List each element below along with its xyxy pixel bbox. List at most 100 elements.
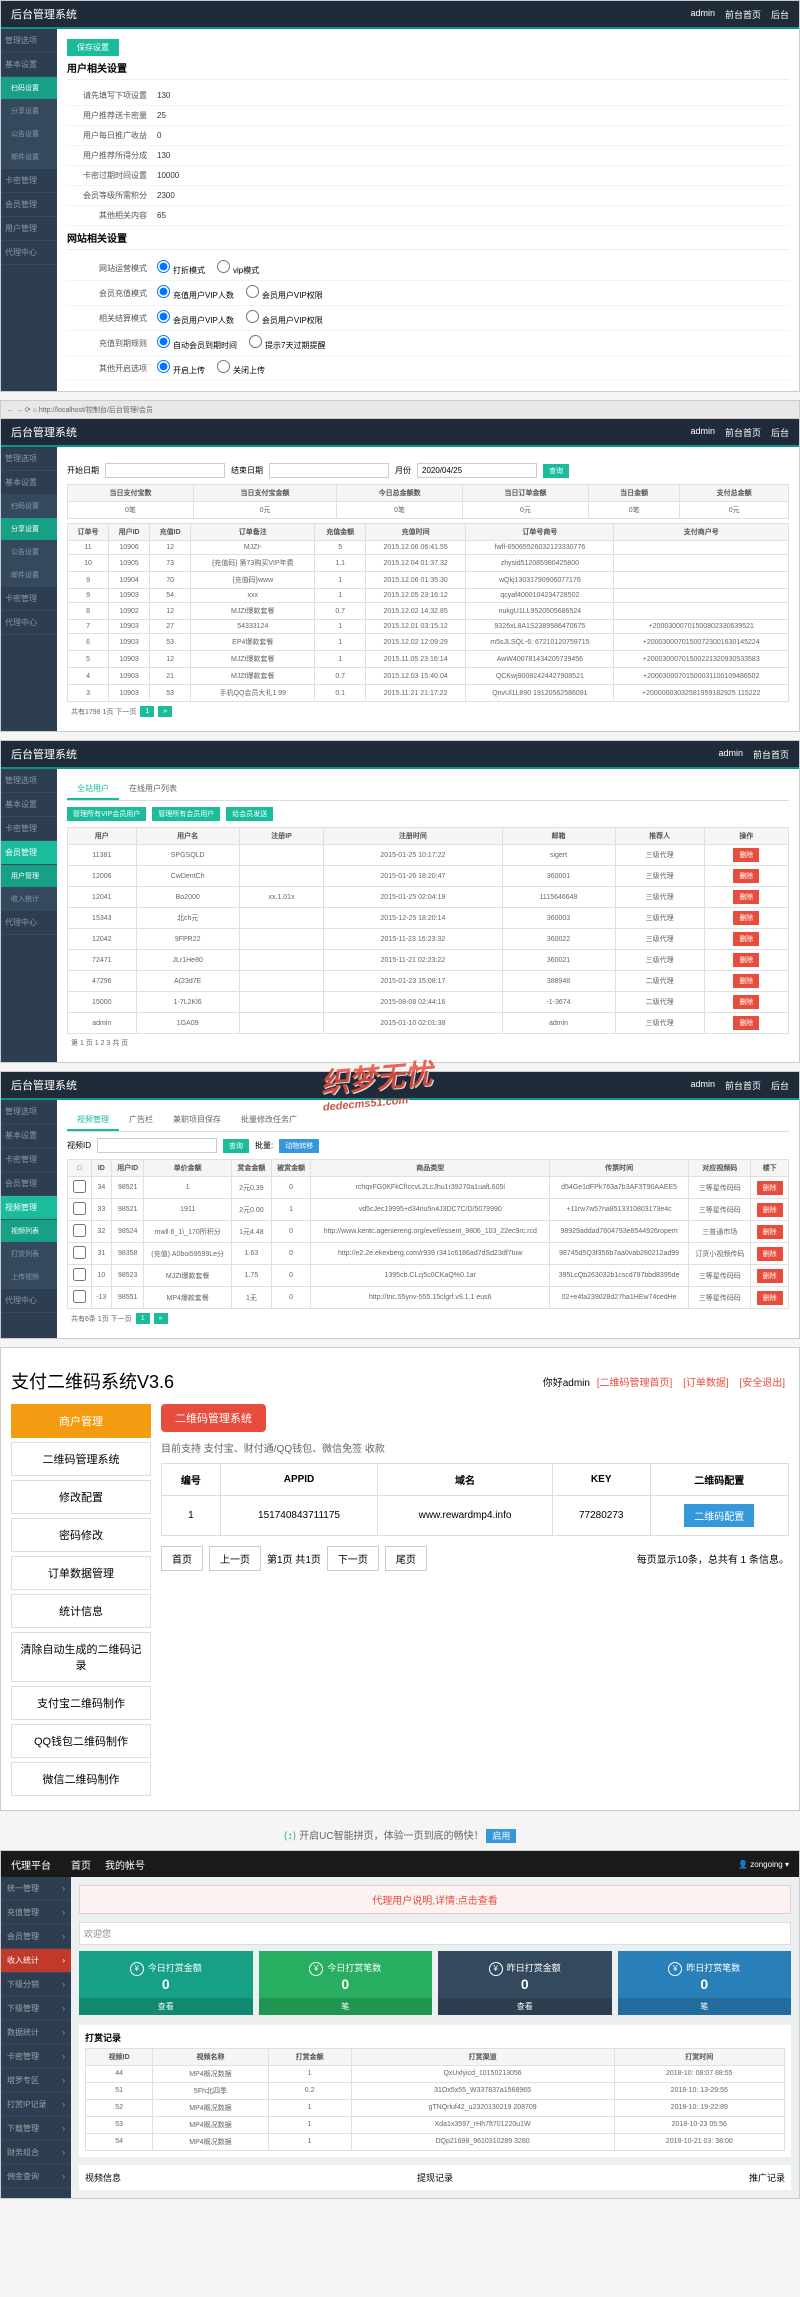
agent-side-6[interactable]: 数据统计 ›: [1, 2021, 71, 2045]
alert[interactable]: 代理用户说明,详情:点击查看: [79, 1885, 791, 1914]
end-input[interactable]: [269, 463, 389, 478]
radio-option[interactable]: 关闭上传: [217, 360, 265, 376]
agent-side-10[interactable]: 下载管理 ›: [1, 2117, 71, 2141]
qr-menu-9[interactable]: 微信二维码制作: [11, 1762, 151, 1796]
delete-button[interactable]: 删除: [733, 869, 759, 883]
radio-option[interactable]: 提示7天过期提醒: [249, 335, 325, 351]
screenshot-users: 后台管理系统 admin前台首页 管理选项 基本设置 卡密管理 会员管理 用户管…: [0, 740, 800, 1063]
agent-side-4[interactable]: 下级分销 ›: [1, 1973, 71, 1997]
side-basic[interactable]: 基本设置: [1, 53, 57, 77]
side-agent[interactable]: 代理中心: [1, 241, 57, 265]
qr-menu-1[interactable]: 二维码管理系统: [11, 1442, 151, 1476]
agent-side-9[interactable]: 打赏IP记录 ›: [1, 2093, 71, 2117]
delete-button[interactable]: 删除: [733, 890, 759, 904]
row-checkbox[interactable]: [73, 1180, 86, 1193]
delete-button[interactable]: 删除: [733, 932, 759, 946]
month-input[interactable]: [417, 463, 537, 478]
link-home[interactable]: [二维码管理首页]: [597, 1378, 673, 1389]
pg-last[interactable]: 尾页: [385, 1546, 427, 1571]
link-back[interactable]: 后台: [771, 8, 789, 21]
qr-menu-8[interactable]: QQ钱包二维码制作: [11, 1724, 151, 1758]
qr-menu-0[interactable]: 商户管理: [11, 1404, 151, 1438]
qr-sidebar: 商户管理二维码管理系统修改配置密码修改订单数据管理统计信息清除自动生成的二维码记…: [11, 1404, 151, 1800]
agent-side-7[interactable]: 卡密管理 ›: [1, 2045, 71, 2069]
delete-button[interactable]: 删除: [733, 1016, 759, 1030]
delete-button[interactable]: 删除: [733, 995, 759, 1009]
radio-option[interactable]: 会员用户VIP权限: [246, 310, 323, 326]
side-member[interactable]: 会员管理: [1, 193, 57, 217]
side-sub-scan[interactable]: 扫码设置: [1, 77, 57, 100]
agent-side-8[interactable]: 塔罗专区 ›: [1, 2069, 71, 2093]
radio-option[interactable]: 会员用户VIP人数: [157, 310, 234, 326]
row-checkbox[interactable]: [73, 1268, 86, 1281]
radio-option[interactable]: 打折模式: [157, 260, 205, 276]
side-card[interactable]: 卡密管理: [1, 169, 57, 193]
search-button[interactable]: 查询: [543, 464, 569, 478]
delete-button[interactable]: 删除: [733, 911, 759, 925]
agent-side-12[interactable]: 佣金查询 ›: [1, 2165, 71, 2189]
side-sub-share[interactable]: 分享设置: [1, 100, 57, 123]
radio-option[interactable]: vip模式: [217, 260, 259, 276]
delete-button[interactable]: 删除: [757, 1247, 783, 1261]
radio-option[interactable]: 开启上传: [157, 360, 205, 376]
radio-option[interactable]: 自动会员到期时间: [157, 335, 237, 351]
row-checkbox[interactable]: [73, 1202, 86, 1215]
delete-button[interactable]: 删除: [757, 1269, 783, 1283]
sidebar: 管理选项 基本设置 扫码设置 分享设置 公告设置 邮件设置 卡密管理 代理中心: [1, 447, 57, 731]
qr-menu-7[interactable]: 支付宝二维码制作: [11, 1686, 151, 1720]
side-sub-mail[interactable]: 邮件设置: [1, 146, 57, 169]
side-sub-notice[interactable]: 公告设置: [1, 123, 57, 146]
delete-button[interactable]: 删除: [757, 1203, 783, 1217]
page-1[interactable]: 1: [140, 706, 154, 717]
vid-input[interactable]: [97, 1138, 217, 1153]
delete-button[interactable]: 删除: [757, 1181, 783, 1195]
btn-member[interactable]: 管理所有会员用户: [152, 807, 220, 821]
stat-card: ¥昨日打赏笔数0笔: [618, 1951, 792, 2015]
qr-menu-3[interactable]: 密码修改: [11, 1518, 151, 1552]
section-site: 网站相关设置: [67, 226, 789, 250]
search-btn[interactable]: 查询: [223, 1139, 249, 1153]
agent-side-11[interactable]: 财务组合 ›: [1, 2141, 71, 2165]
delete-button[interactable]: 删除: [757, 1291, 783, 1305]
delete-button[interactable]: 删除: [733, 848, 759, 862]
table-row: 150001-7L2Kl62015-08-08 02:44:16-1-3674二…: [68, 992, 789, 1013]
user[interactable]: admin: [690, 8, 715, 21]
link-orders[interactable]: [订单数据]: [683, 1378, 729, 1389]
tab-all[interactable]: 全站用户: [67, 779, 119, 800]
start-input[interactable]: [105, 463, 225, 478]
batch-btn[interactable]: 动物转移: [279, 1139, 319, 1153]
page-next[interactable]: »: [158, 706, 172, 717]
link-logout[interactable]: [安全退出]: [739, 1378, 785, 1389]
agent-side-2[interactable]: 会员管理 ›: [1, 1925, 71, 1949]
row-checkbox[interactable]: [73, 1224, 86, 1237]
qr-menu-2[interactable]: 修改配置: [11, 1480, 151, 1514]
delete-button[interactable]: 删除: [733, 974, 759, 988]
qr-menu-6[interactable]: 清除自动生成的二维码记录: [11, 1632, 151, 1682]
agent-sidebar: 统一管理 ›充值管理 ›会员管理 ›收入统计 ›下级分销 ›下级管理 ›数据统计…: [1, 1877, 71, 2198]
tab-online[interactable]: 在线用户列表: [119, 779, 187, 800]
qr-menu-4[interactable]: 订单数据管理: [11, 1556, 151, 1590]
delete-button[interactable]: 删除: [733, 953, 759, 967]
btn-vip[interactable]: 管理所有VIP会员用户: [67, 807, 146, 821]
side-manage[interactable]: 管理选项: [1, 29, 57, 53]
link-front[interactable]: 前台首页: [725, 8, 761, 21]
btn-send[interactable]: 给会员发送: [226, 807, 273, 821]
qr-menu-5[interactable]: 统计信息: [11, 1594, 151, 1628]
qr-config-button[interactable]: 二维码配置: [684, 1504, 754, 1527]
radio-option[interactable]: 会员用户VIP权限: [246, 285, 323, 301]
side-user[interactable]: 用户管理: [1, 217, 57, 241]
agent-side-1[interactable]: 充值管理 ›: [1, 1901, 71, 1925]
table-row: 54MP4概况数据1DQp21698_9610310289 32802018-1…: [86, 2133, 785, 2150]
pg-next[interactable]: 下一页: [327, 1546, 379, 1571]
agent-side-5[interactable]: 下级管理 ›: [1, 1997, 71, 2021]
row-checkbox[interactable]: [73, 1290, 86, 1303]
delete-button[interactable]: 删除: [757, 1225, 783, 1239]
uc-enable[interactable]: 启用: [486, 1829, 516, 1843]
save-button[interactable]: 保存设置: [67, 39, 119, 56]
agent-side-3[interactable]: 收入统计 ›: [1, 1949, 71, 1973]
pg-prev[interactable]: 上一页: [209, 1546, 261, 1571]
agent-side-0[interactable]: 统一管理 ›: [1, 1877, 71, 1901]
radio-option[interactable]: 充值用户VIP人数: [157, 285, 234, 301]
row-checkbox[interactable]: [73, 1246, 86, 1259]
pg-first[interactable]: 首页: [161, 1546, 203, 1571]
